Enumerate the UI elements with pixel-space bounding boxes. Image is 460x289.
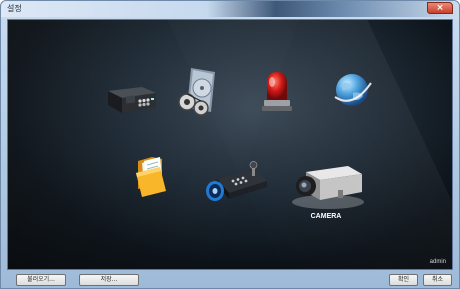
- ok-button[interactable]: 확인: [389, 274, 418, 286]
- save-button[interactable]: 저장...: [79, 274, 139, 286]
- network-globe-icon[interactable]: [333, 71, 373, 111]
- dvr-recorder-icon[interactable]: [102, 81, 158, 117]
- ptz-controller-icon[interactable]: [203, 161, 269, 207]
- alarm-siren-icon[interactable]: [259, 70, 295, 116]
- load-button[interactable]: 불러오기...: [16, 274, 66, 286]
- folder-icon[interactable]: [132, 155, 172, 199]
- settings-stage: CAMERA admin: [8, 20, 452, 269]
- user-label: admin: [429, 259, 446, 265]
- settings-window: 설정 × CAMERA admin 불러오기... 저장... 확인 취소: [0, 0, 460, 289]
- window-title: 설정: [7, 4, 22, 13]
- cancel-button[interactable]: 취소: [423, 274, 452, 286]
- camera-label: CAMERA: [310, 213, 342, 220]
- camera-icon[interactable]: [290, 160, 366, 210]
- hard-disk-reels-icon[interactable]: [177, 66, 223, 118]
- title-bar[interactable]: 설정 ×: [1, 1, 459, 17]
- close-button[interactable]: ×: [427, 2, 453, 14]
